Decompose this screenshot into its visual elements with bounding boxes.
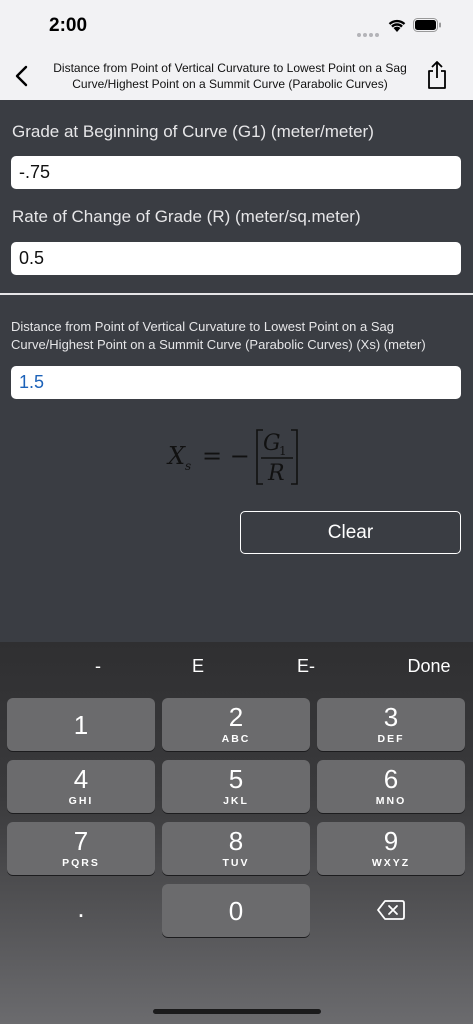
- status-time: 2:00: [49, 15, 88, 36]
- formula-denominator: R: [267, 461, 285, 486]
- key-digit: 9: [383, 826, 399, 856]
- key-digit: 8: [228, 826, 244, 856]
- decimal-key[interactable]: .: [7, 884, 155, 937]
- key-letters: TUV: [222, 857, 250, 869]
- wifi-icon: [388, 19, 406, 32]
- key-5[interactable]: 5 JKL: [162, 760, 310, 813]
- formula-numerator: G: [263, 431, 281, 456]
- key-4[interactable]: 4 GHI: [7, 760, 155, 813]
- g1-label: Grade at Beginning of Curve (G1) (meter/…: [12, 122, 374, 141]
- key-digit: 2: [228, 702, 244, 732]
- key-9[interactable]: 9 WXYZ: [317, 822, 465, 875]
- negative-exponent-key[interactable]: E-: [292, 656, 320, 677]
- key-letters: DEF: [377, 733, 405, 745]
- backspace-icon: [377, 900, 405, 920]
- key-letters: MNO: [375, 795, 407, 807]
- key-digit: 3: [383, 702, 399, 732]
- key-letters: PQRS: [62, 857, 100, 869]
- exponent-key[interactable]: E: [186, 656, 210, 677]
- key-3[interactable]: 3 DEF: [317, 698, 465, 751]
- result-output: 1.5: [11, 366, 461, 399]
- delete-key[interactable]: [317, 884, 465, 937]
- home-indicator[interactable]: [153, 1009, 321, 1014]
- key-digit: 6: [383, 764, 399, 794]
- status-bar: 2:00: [0, 0, 473, 52]
- key-digit: 4: [73, 764, 89, 794]
- formula-eq: = −: [202, 442, 250, 470]
- key-letters: ABC: [221, 733, 251, 745]
- key-0[interactable]: 0: [162, 884, 310, 937]
- key-letters: GHI: [68, 795, 94, 807]
- page-title: Distance from Point of Vertical Curvatur…: [53, 61, 407, 91]
- divider: [0, 293, 473, 295]
- signal-icon: [357, 24, 381, 37]
- done-button[interactable]: Done: [402, 656, 456, 677]
- key-digit: 5: [228, 764, 244, 794]
- key-1[interactable]: 1: [7, 698, 155, 751]
- formula-lhs-sub: s: [185, 459, 191, 473]
- back-chevron-icon[interactable]: [12, 64, 32, 88]
- r-label: Rate of Change of Grade (R) (meter/sq.me…: [12, 207, 361, 226]
- calculator-form: Grade at Beginning of Curve (G1) (meter/…: [0, 100, 473, 642]
- share-icon[interactable]: [426, 60, 448, 90]
- clear-button[interactable]: Clear: [240, 511, 461, 554]
- key-8[interactable]: 8 TUV: [162, 822, 310, 875]
- formula-lhs: X: [166, 442, 186, 470]
- minus-key[interactable]: -: [86, 656, 110, 677]
- key-6[interactable]: 6 MNO: [317, 760, 465, 813]
- g1-input[interactable]: -.75: [11, 156, 461, 189]
- key-7[interactable]: 7 PQRS: [7, 822, 155, 875]
- key-2[interactable]: 2 ABC: [162, 698, 310, 751]
- key-letters: WXYZ: [371, 857, 411, 869]
- result-label: Distance from Point of Vertical Curvatur…: [11, 319, 426, 352]
- numeric-keyboard: - E E- Done 1 2 ABC 3 DEF 4 GHI 5 JKL 6 …: [0, 642, 473, 1024]
- r-input[interactable]: 0.5: [11, 242, 461, 275]
- navigation-bar: Distance from Point of Vertical Curvatur…: [0, 52, 473, 100]
- battery-icon: [413, 18, 441, 32]
- key-letters: JKL: [223, 795, 249, 807]
- formula-numerator-sub: 1: [279, 444, 287, 458]
- key-digit: 1: [73, 710, 89, 740]
- formula-image: X s = − G 1 R: [166, 429, 298, 486]
- key-digit: 7: [73, 826, 89, 856]
- key-digit: 0: [228, 896, 244, 926]
